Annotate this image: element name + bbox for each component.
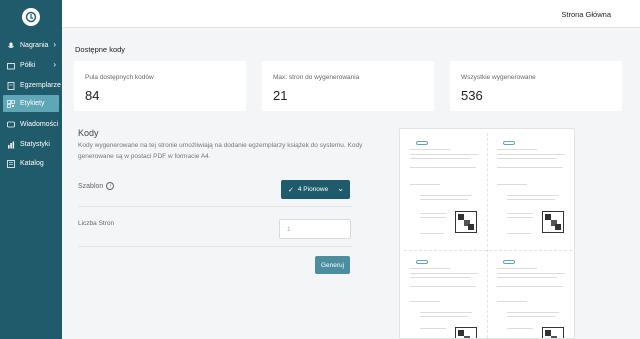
label-text-line — [410, 286, 476, 287]
chevron-right-icon: › — [53, 40, 56, 49]
stat-value: 536 — [461, 88, 483, 103]
pdf-preview — [399, 128, 575, 339]
label-text-line — [497, 277, 557, 278]
qr-code-icon — [455, 327, 477, 338]
stat-label: Pula dostępnych kodów — [85, 74, 154, 81]
sidebar-item-label: Nagrania — [20, 42, 49, 49]
label-text-line — [497, 301, 527, 302]
catalog-icon — [7, 159, 15, 168]
sidebar-item-polki[interactable]: Półki › — [0, 57, 62, 74]
app-logo[interactable] — [22, 8, 40, 26]
chevron-right-icon: › — [53, 60, 56, 69]
preview-divider — [487, 133, 488, 338]
sidebar-item-label: Półki — [20, 62, 36, 69]
stat-value: 84 — [85, 88, 100, 103]
label-text-line — [420, 213, 446, 214]
label-logo — [503, 141, 515, 145]
label-text-line — [507, 195, 559, 196]
label-text-line — [420, 217, 446, 218]
stat-card-available-pool: Pula dostępnych kodów 84 — [74, 61, 246, 111]
form-description: Kody wygenerowane na tej stronie umożliw… — [78, 142, 363, 160]
template-label-row: Szablon i — [78, 182, 115, 190]
label-text-line — [420, 233, 444, 234]
label-text-line — [410, 277, 470, 278]
label-text-line — [420, 316, 468, 317]
label-text-line — [497, 154, 565, 155]
sidebar-item-label: Statystyki — [20, 141, 50, 148]
label-text-line — [507, 316, 555, 317]
sidebar-item-label: Etykiety — [20, 100, 45, 107]
label-text-line — [410, 184, 440, 185]
sidebar-item-label: Egzemplarze — [20, 82, 61, 89]
sidebar-item-etykiety[interactable]: Etykiety — [3, 95, 59, 112]
label-text-line — [497, 158, 557, 159]
microphone-icon — [7, 42, 15, 50]
label-text-line — [507, 199, 555, 200]
label-text-line — [497, 149, 537, 150]
label-text-line — [497, 184, 527, 185]
label-text-line — [410, 273, 478, 274]
divider — [78, 246, 353, 247]
label-text-line — [410, 149, 450, 150]
label-text-line — [507, 217, 533, 218]
stat-card-all-generated: Wszystkie wygenerowane 536 — [450, 61, 622, 111]
book-icon — [7, 81, 15, 90]
message-icon — [7, 121, 15, 129]
label-text-line — [497, 268, 537, 269]
pages-label: Liczba Stron — [78, 220, 115, 227]
pages-input[interactable]: 1 — [279, 219, 351, 239]
sidebar-item-statystyki[interactable]: Statystyki — [0, 136, 62, 153]
label-text-line — [497, 286, 563, 287]
preview-divider — [404, 250, 572, 251]
section-title: Dostępne kody — [75, 45, 126, 54]
template-select[interactable]: ✓ 4 Pionowe ⌄ — [281, 180, 350, 199]
qr-code-icon — [7, 99, 15, 108]
folder-icon — [7, 62, 15, 70]
check-icon: ✓ — [288, 186, 294, 194]
template-select-value: 4 Pionowe — [297, 186, 329, 193]
template-label: Szablon — [78, 182, 104, 190]
sidebar-item-label: Wiadomości — [20, 121, 59, 128]
home-link[interactable]: Strona Główna — [561, 10, 611, 19]
qr-code-icon — [542, 327, 564, 338]
stat-card-max-pages: Max. stron do wygenerowania 21 — [262, 61, 434, 111]
label-text-line — [410, 154, 478, 155]
stat-label: Wszystkie wygenerowane — [461, 74, 536, 81]
label-text-line — [410, 167, 476, 168]
sidebar-item-egzemplarze[interactable]: Egzemplarze — [0, 77, 62, 94]
label-text-line — [507, 233, 531, 234]
label-text-line — [420, 195, 472, 196]
stat-value: 21 — [273, 88, 288, 103]
label-logo — [503, 260, 515, 264]
label-text-line — [507, 328, 533, 329]
chart-icon — [7, 141, 15, 149]
sidebar-item-wiadomosci[interactable]: Wiadomości — [0, 116, 62, 133]
form-title: Kody — [78, 128, 99, 138]
label-text-line — [410, 268, 450, 269]
generate-button[interactable]: Generuj — [315, 256, 350, 274]
chevron-down-icon: ⌄ — [337, 184, 344, 193]
label-text-line — [497, 273, 565, 274]
sidebar-item-nagrania[interactable]: Nagrania › — [0, 37, 62, 54]
label-text-line — [420, 199, 468, 200]
label-text-line — [420, 312, 472, 313]
qr-code-icon — [455, 211, 477, 233]
label-text-line — [507, 312, 559, 313]
top-bar: Strona Główna — [62, 0, 640, 28]
info-icon[interactable]: i — [106, 182, 115, 190]
sidebar: Nagrania › Półki › Egzemplarze Etykiety … — [0, 0, 62, 339]
label-text-line — [410, 301, 440, 302]
sidebar-item-katalog[interactable]: Katalog — [0, 155, 62, 172]
label-text-line — [420, 328, 446, 329]
qr-code-icon — [542, 211, 564, 233]
divider — [78, 206, 353, 207]
label-logo — [416, 260, 428, 264]
stat-label: Max. stron do wygenerowania — [273, 74, 360, 81]
label-logo — [416, 141, 428, 145]
label-text-line — [410, 158, 470, 159]
sidebar-item-label: Katalog — [20, 160, 44, 167]
label-text-line — [497, 167, 563, 168]
label-text-line — [507, 213, 533, 214]
